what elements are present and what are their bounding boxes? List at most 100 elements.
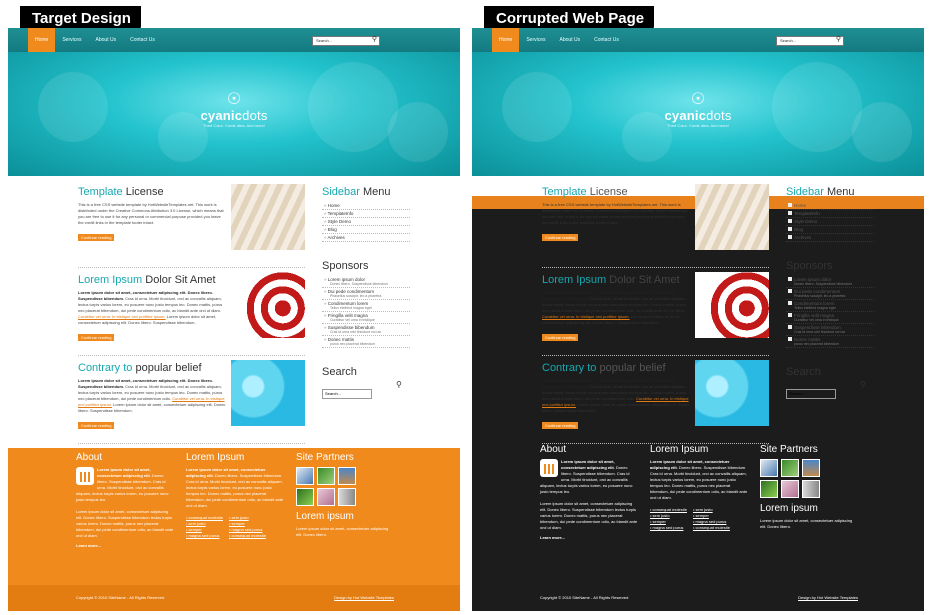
top-nav: Home Services About Us Contact Us xyxy=(472,28,924,52)
footer-lorem2-title: Lorem ipsum xyxy=(760,503,818,514)
post-text: Lorem ipsum dolor sit amet, consectetuer… xyxy=(542,378,690,413)
sponsor-item[interactable]: Lorem ipsum dolorDonec libero. Suspendis… xyxy=(786,276,874,288)
sidebar: Sidebar Menu Home TemplateInfo Style Dem… xyxy=(322,186,410,400)
post-text: This is a free CSS website template by H… xyxy=(78,202,224,225)
continue-reading-button[interactable]: Continue reading xyxy=(78,234,115,241)
nav-about[interactable]: About Us xyxy=(89,28,124,52)
continue-reading-button[interactable]: Continue reading xyxy=(542,422,579,429)
search-icon[interactable]: ⚲ xyxy=(836,36,841,44)
sidebar-item-templateinfo[interactable]: TemplateInfo xyxy=(322,210,410,218)
design-credit-link[interactable]: Design by Hot Website Templates xyxy=(798,595,858,600)
sidebar-item-style-demo[interactable]: Style Demo xyxy=(786,218,874,226)
post-link[interactable]: Curabitur vel urna. In tristique orci po… xyxy=(542,314,630,319)
search-icon[interactable]: ⚲ xyxy=(396,380,402,389)
sponsor-item[interactable]: Suspendisse bibendumCras id urna orbi ti… xyxy=(786,324,874,336)
partner-thumb[interactable] xyxy=(296,467,314,485)
design-credit-link[interactable]: Design by Hot Website Templates xyxy=(334,595,394,600)
bubbles-image xyxy=(231,360,305,426)
nav-contact[interactable]: Contact Us xyxy=(123,28,162,52)
post-text: Lorem ipsum dolor sit amet, consectetuer… xyxy=(78,378,226,413)
sidebar-item-templateinfo[interactable]: TemplateInfo xyxy=(786,210,874,218)
continue-reading-button[interactable]: Continue reading xyxy=(542,234,579,241)
footer-link[interactable]: consequat molestie xyxy=(693,525,730,531)
sponsor-item[interactable]: Fringilla velit magnaCurabitur vel urna … xyxy=(786,312,874,324)
footer-bar: Copyright © 2010 SiteName - All Rights R… xyxy=(8,585,460,611)
nav-home[interactable]: Home xyxy=(492,28,520,52)
footer-partners-title: Site Partners xyxy=(760,444,818,455)
sidebar-menu-title: Sidebar Menu xyxy=(786,186,855,198)
continue-reading-button[interactable]: Continue reading xyxy=(542,334,579,341)
sidebar-item-blog[interactable]: Blog xyxy=(322,226,410,234)
sponsor-item[interactable]: Fringilla velit magnaCurabitur vel urna … xyxy=(322,312,410,324)
partner-thumb[interactable] xyxy=(802,480,820,498)
partner-thumb[interactable] xyxy=(338,467,356,485)
partner-thumb[interactable] xyxy=(760,459,778,477)
hero-banner: ☉ cyanicdots Third Color. Cords Idea. An… xyxy=(8,52,460,176)
partner-thumb[interactable] xyxy=(338,488,356,506)
continue-reading-button[interactable]: Continue reading xyxy=(78,422,115,429)
sidebar-item-blog[interactable]: Blog xyxy=(786,226,874,234)
sidebar-item-archives[interactable]: Archives xyxy=(786,234,874,242)
sponsor-item[interactable]: Suspendisse bibendumCras id urna orbi ti… xyxy=(322,324,410,336)
logo-name-bold: cyanic xyxy=(664,108,707,123)
sponsor-item[interactable]: Dui pede condimentumPhasellus suscipit, … xyxy=(322,288,410,300)
post-text: This is a free CSS website template by H… xyxy=(542,202,688,225)
sidebar-item-archives[interactable]: Archives xyxy=(322,234,410,242)
wifi-icon: ☉ xyxy=(226,91,242,108)
site-logo[interactable]: ☉ cyanicdots Third Color. Cords Idea. An… xyxy=(664,92,731,129)
sidebar-item-style-demo[interactable]: Style Demo xyxy=(322,218,410,226)
post-text: Lorem ipsum dolor sit amet, consectetuer… xyxy=(542,290,687,325)
footer-partners-title: Site Partners xyxy=(296,452,354,463)
footer-lorem2-title: Lorem ipsum xyxy=(296,511,354,522)
learn-more-link[interactable]: Learn more... xyxy=(540,535,565,540)
main-column: Template License This is a free CSS webs… xyxy=(78,184,305,450)
sidebar-item-home[interactable]: Home xyxy=(786,202,874,210)
sponsor-item[interactable]: Dui pede condimentumPhasellus suscipit, … xyxy=(786,288,874,300)
partner-thumb[interactable] xyxy=(317,467,335,485)
footer-link[interactable]: magna sed purus xyxy=(186,533,223,539)
footer-about: About Lorem ipsum dolor sit amet, consec… xyxy=(76,452,174,548)
search-placeholder: Search... xyxy=(316,38,333,43)
header-search-input[interactable]: Search... ⚲ xyxy=(312,36,380,46)
footer-link[interactable]: magna sed purus xyxy=(650,525,687,531)
footer-partners: Site Partners Lorem ipsum Lorem ipsum do… xyxy=(296,452,394,538)
search-icon[interactable]: ⚲ xyxy=(860,380,866,389)
sponsor-item[interactable]: Lorem ipsum dolorDonec libero. Suspendis… xyxy=(322,276,410,288)
header-search-input[interactable]: Search... ⚲ xyxy=(776,36,844,46)
partner-thumb[interactable] xyxy=(781,459,799,477)
nav-services[interactable]: Services xyxy=(519,28,552,52)
site-logo[interactable]: ☉ cyanicdots Third Color. Cords Idea. An… xyxy=(200,91,267,129)
sponsor-item[interactable]: Condimentum loremTellus eleifend magna e… xyxy=(322,300,410,312)
post-contrary: Contrary to popular belief Lorem ipsum d… xyxy=(78,360,305,444)
sidebar-search-input[interactable]: Search... xyxy=(322,389,372,399)
content-area: Template License This is a free CSS webs… xyxy=(8,176,460,448)
post-link[interactable]: Curabitur vel urna. In tristique orci po… xyxy=(78,314,166,319)
sponsor-item[interactable]: Donec mattispurus nec placerat bibendum xyxy=(322,336,410,348)
nav-contact[interactable]: Contact Us xyxy=(587,28,626,52)
nav-about[interactable]: About Us xyxy=(553,28,588,52)
ladder-image xyxy=(695,184,769,250)
footer: About Lorem ipsum dolor sit amet, consec… xyxy=(8,448,460,611)
copyright-text: Copyright © 2010 SiteName - All Rights R… xyxy=(76,595,165,600)
partner-thumb[interactable] xyxy=(296,488,314,506)
footer-link[interactable]: consequat molestie xyxy=(229,533,266,539)
partner-thumb[interactable] xyxy=(317,488,335,506)
nav-home[interactable]: Home xyxy=(28,28,56,52)
search-icon[interactable]: ⚲ xyxy=(372,36,377,44)
post-contrary: Contrary to popular belief Lorem ipsum d… xyxy=(542,360,769,444)
sponsor-item[interactable]: Donec mattispurus nec placerat bibendum xyxy=(786,336,874,348)
partner-thumb[interactable] xyxy=(760,480,778,498)
nav-services[interactable]: Services xyxy=(55,28,88,52)
sponsor-item[interactable]: Condimentum loremTellus eleifend magna e… xyxy=(786,300,874,312)
sidebar-item-home[interactable]: Home xyxy=(322,202,410,210)
learn-more-link[interactable]: Learn more... xyxy=(76,543,101,548)
main-column: Template License This is a free CSS webs… xyxy=(542,184,769,450)
sidebar-search-input[interactable]: Search... xyxy=(786,389,836,399)
partner-thumb[interactable] xyxy=(802,459,820,477)
partner-thumb[interactable] xyxy=(781,480,799,498)
ladder-image xyxy=(231,184,305,250)
sponsors-title: Sponsors xyxy=(322,260,369,272)
footer-partners: Site Partners Lorem ipsum Lorem ipsum do… xyxy=(760,444,858,530)
continue-reading-button[interactable]: Continue reading xyxy=(78,334,115,341)
sidebar: Sidebar Menu Home TemplateInfo Style Dem… xyxy=(786,186,874,400)
